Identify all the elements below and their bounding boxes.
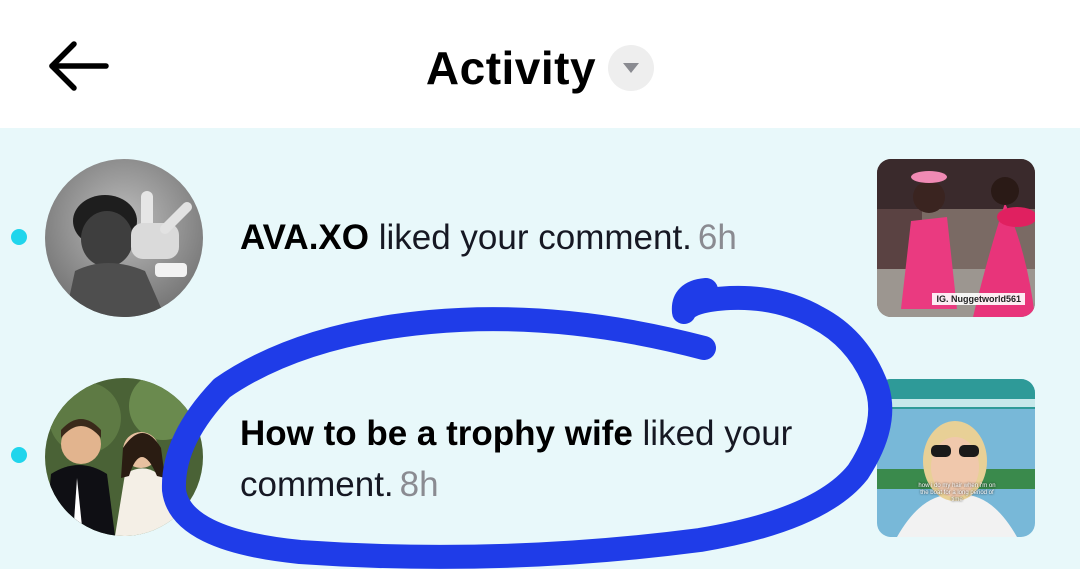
thumbnail-watermark: IG. Nuggetworld561 [932,293,1025,305]
title-group: Activity [0,30,1080,106]
notification-username[interactable]: How to be a trophy wife [240,414,633,453]
caret-down-icon [623,63,640,73]
header: Activity [0,0,1080,128]
notification-text: AVA.XO liked your comment. 6h [240,212,840,263]
notification-time: 8h [399,465,439,504]
thumbnail-caption: how i do my hair when i'm on the boat fo… [918,483,996,503]
activity-filter-dropdown[interactable] [608,45,655,91]
list-item[interactable]: AVA.XO liked your comment. 6h IG. Nuggetw… [0,128,1080,342]
activity-list: AVA.XO liked your comment. 6h IG. Nuggetw… [0,128,1080,569]
notification-time: 6h [697,218,737,257]
notification-text: How to be a trophy wife liked your comme… [240,408,840,510]
notification-username[interactable]: AVA.XO [240,218,369,257]
unread-dot [11,229,27,245]
list-item[interactable]: How to be a trophy wife liked your comme… [0,342,1080,569]
notification-action: liked your comment. [369,218,692,257]
avatar[interactable] [45,378,203,536]
avatar[interactable] [45,159,203,317]
video-thumbnail[interactable]: how i do my hair when i'm on the boat fo… [877,379,1035,537]
unread-dot [11,447,27,463]
page-title[interactable]: Activity [426,41,596,95]
video-thumbnail[interactable]: IG. Nuggetworld561 [877,159,1035,317]
